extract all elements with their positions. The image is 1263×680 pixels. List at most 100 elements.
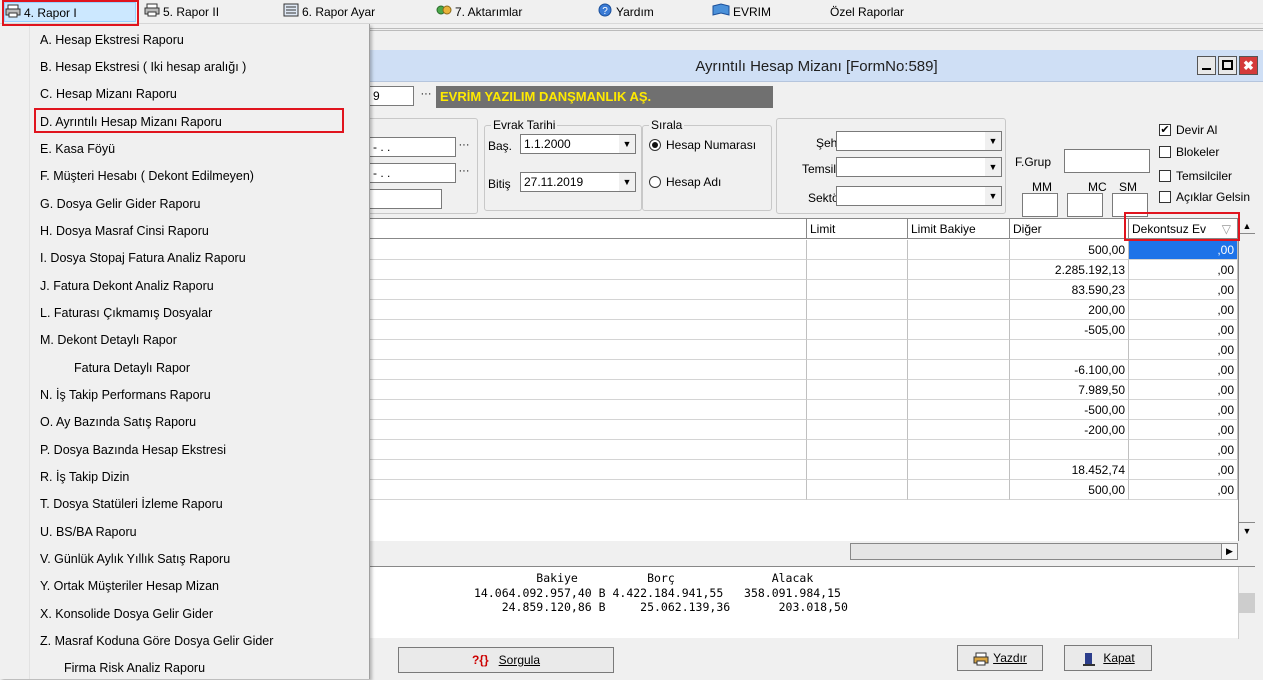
table-row[interactable]: 7.989,50,00 <box>370 380 1238 400</box>
cell-account[interactable] <box>370 340 807 360</box>
cell-limit[interactable] <box>807 280 908 300</box>
cell-diger[interactable]: -200,00 <box>1010 420 1129 440</box>
cell-limit[interactable] <box>807 360 908 380</box>
dropdown-item-m[interactable]: M. Dekont Detaylı Rapor <box>40 328 177 352</box>
cell-limit[interactable] <box>807 380 908 400</box>
dropdown-item-z[interactable]: Z. Masraf Koduna Göre Dosya Gelir Gider <box>40 629 273 653</box>
cell-limit-bakiye[interactable] <box>908 480 1010 500</box>
blokeler-checkbox[interactable] <box>1159 146 1171 158</box>
grid-horizontal-scrollbar[interactable]: ▶ <box>850 543 1238 560</box>
dropdown-item-j[interactable]: J. Fatura Dekont Analiz Raporu <box>40 274 214 298</box>
cell-dekontsuz[interactable]: ,00 <box>1129 280 1238 300</box>
dropdown-item-v[interactable]: V. Günlük Aylık Yıllık Satış Raporu <box>40 547 230 571</box>
mizan-grid[interactable]: Limit Limit Bakiye Diğer Dekontsuz Ev ▽ … <box>370 218 1238 541</box>
menu-yardim[interactable]: ? Yardım <box>597 2 654 22</box>
menu-rapor-ayar[interactable]: 6. Rapor Ayar <box>283 2 375 22</box>
dropdown-item-b[interactable]: B. Hesap Ekstresi ( Iki hesap aralığı ) <box>40 55 246 79</box>
cell-account[interactable] <box>370 280 807 300</box>
cell-dekontsuz[interactable]: ,00 <box>1129 340 1238 360</box>
cell-account[interactable] <box>370 480 807 500</box>
cell-account[interactable] <box>370 300 807 320</box>
cell-limit-bakiye[interactable] <box>908 440 1010 460</box>
cell-diger[interactable]: 200,00 <box>1010 300 1129 320</box>
dropdown-item-n[interactable]: N. İş Takip Performans Raporu <box>40 383 211 407</box>
mm-field[interactable] <box>1022 193 1058 217</box>
cell-diger[interactable] <box>1010 440 1129 460</box>
table-row[interactable]: -505,00,00 <box>370 320 1238 340</box>
dropdown-item-f[interactable]: F. Müşteri Hesabı ( Dekont Edilmeyen) <box>40 164 254 188</box>
dropdown-item-h[interactable]: H. Dosya Masraf Cinsi Raporu <box>40 219 209 243</box>
col-header-blank[interactable] <box>370 219 807 239</box>
dropdown-item-c[interactable]: C. Hesap Mizanı Raporu <box>40 82 177 106</box>
cell-account[interactable] <box>370 240 807 260</box>
cell-limit[interactable] <box>807 260 908 280</box>
cell-account[interactable] <box>370 420 807 440</box>
menu-aktarimlar[interactable]: 7. Aktarımlar <box>436 2 522 22</box>
col-header-dekontsuz[interactable]: Dekontsuz Ev ▽ <box>1129 219 1238 239</box>
cell-limit-bakiye[interactable] <box>908 400 1010 420</box>
dropdown-item-u[interactable]: U. BS/BA Raporu <box>40 520 137 544</box>
sorgula-button[interactable]: ?{} Sorgula <box>398 647 614 673</box>
cell-diger[interactable]: -500,00 <box>1010 400 1129 420</box>
fgrup-field[interactable] <box>1064 149 1150 173</box>
table-row[interactable]: 2.285.192,13,00 <box>370 260 1238 280</box>
cell-dekontsuz[interactable]: ,00 <box>1129 380 1238 400</box>
cell-limit[interactable] <box>807 440 908 460</box>
dropdown-item-y[interactable]: Y. Ortak Müşteriler Hesap Mizan <box>40 574 219 598</box>
dropdown-item-e[interactable]: E. Kasa Föyü <box>40 137 115 161</box>
cell-account[interactable] <box>370 260 807 280</box>
cell-limit-bakiye[interactable] <box>908 460 1010 480</box>
cell-limit-bakiye[interactable] <box>908 280 1010 300</box>
table-row[interactable]: 83.590,23,00 <box>370 280 1238 300</box>
dropdown-item-t[interactable]: T. Dosya Statüleri İzleme Raporu <box>40 492 223 516</box>
bas-date-dropdown-icon[interactable]: ▼ <box>619 135 635 153</box>
dropdown-item-o[interactable]: O. Ay Bazında Satış Raporu <box>40 410 196 434</box>
cell-dekontsuz[interactable]: ,00 <box>1129 440 1238 460</box>
dropdown-item-fatura-detayli[interactable]: Fatura Detaylı Rapor <box>74 356 190 380</box>
cell-limit-bakiye[interactable] <box>908 300 1010 320</box>
cell-limit[interactable] <box>807 300 908 320</box>
maximize-button[interactable] <box>1218 56 1237 75</box>
cell-limit-bakiye[interactable] <box>908 360 1010 380</box>
close-button[interactable]: ✖ <box>1239 56 1258 75</box>
bas-date-field[interactable]: 1.1.2000 ▼ <box>520 134 636 154</box>
bitis-date-dropdown-icon[interactable]: ▼ <box>619 173 635 191</box>
sehir-select[interactable]: ▼ <box>836 131 1002 151</box>
dropdown-item-l[interactable]: L. Faturası Çıkmamış Dosyalar <box>40 301 212 325</box>
dropdown-item-p[interactable]: P. Dosya Bazında Hesap Ekstresi <box>40 438 226 462</box>
table-row[interactable]: -6.100,00,00 <box>370 360 1238 380</box>
cell-limit-bakiye[interactable] <box>908 380 1010 400</box>
radio-hesap-numarasi[interactable] <box>649 139 661 151</box>
left-field-1-lookup[interactable]: ··· <box>456 139 472 157</box>
cell-dekontsuz[interactable]: ,00 <box>1129 400 1238 420</box>
cell-limit-bakiye[interactable] <box>908 260 1010 280</box>
cell-limit[interactable] <box>807 480 908 500</box>
temsilci-select[interactable]: ▼ <box>836 157 1002 177</box>
devir-al-checkbox[interactable]: ✔ <box>1159 124 1171 136</box>
cell-dekontsuz[interactable]: ,00 <box>1129 420 1238 440</box>
sektor-select[interactable]: ▼ <box>836 186 1002 206</box>
cell-limit-bakiye[interactable] <box>908 340 1010 360</box>
cell-limit[interactable] <box>807 460 908 480</box>
cell-diger[interactable]: 18.452,74 <box>1010 460 1129 480</box>
cell-limit[interactable] <box>807 320 908 340</box>
grid-vertical-scrollbar[interactable]: ▲ ▼ <box>1238 218 1255 541</box>
col-header-limit-bakiye[interactable]: Limit Bakiye <box>908 219 1010 239</box>
dropdown-item-r[interactable]: R. İş Takip Dizin <box>40 465 129 489</box>
company-lookup-button[interactable]: ··· <box>418 88 434 106</box>
cell-dekontsuz[interactable]: ,00 <box>1129 240 1238 260</box>
totals-scroll-thumb[interactable] <box>1239 593 1255 613</box>
cell-account[interactable] <box>370 440 807 460</box>
sm-field[interactable] <box>1112 193 1148 217</box>
left-field-2[interactable]: - . . <box>370 163 456 183</box>
table-row[interactable]: ,00 <box>370 340 1238 360</box>
table-row[interactable]: 200,00,00 <box>370 300 1238 320</box>
scroll-right-icon[interactable]: ▶ <box>1221 544 1237 559</box>
cell-dekontsuz[interactable]: ,00 <box>1129 260 1238 280</box>
aciklar-gelsin-checkbox[interactable] <box>1159 191 1171 203</box>
dropdown-item-x[interactable]: X. Konsolide Dosya Gelir Gider <box>40 602 213 626</box>
menu-rapor-2[interactable]: 5. Rapor II <box>144 2 219 22</box>
left-field-2-lookup[interactable]: ··· <box>456 165 472 183</box>
cell-dekontsuz[interactable]: ,00 <box>1129 460 1238 480</box>
cell-diger[interactable] <box>1010 340 1129 360</box>
